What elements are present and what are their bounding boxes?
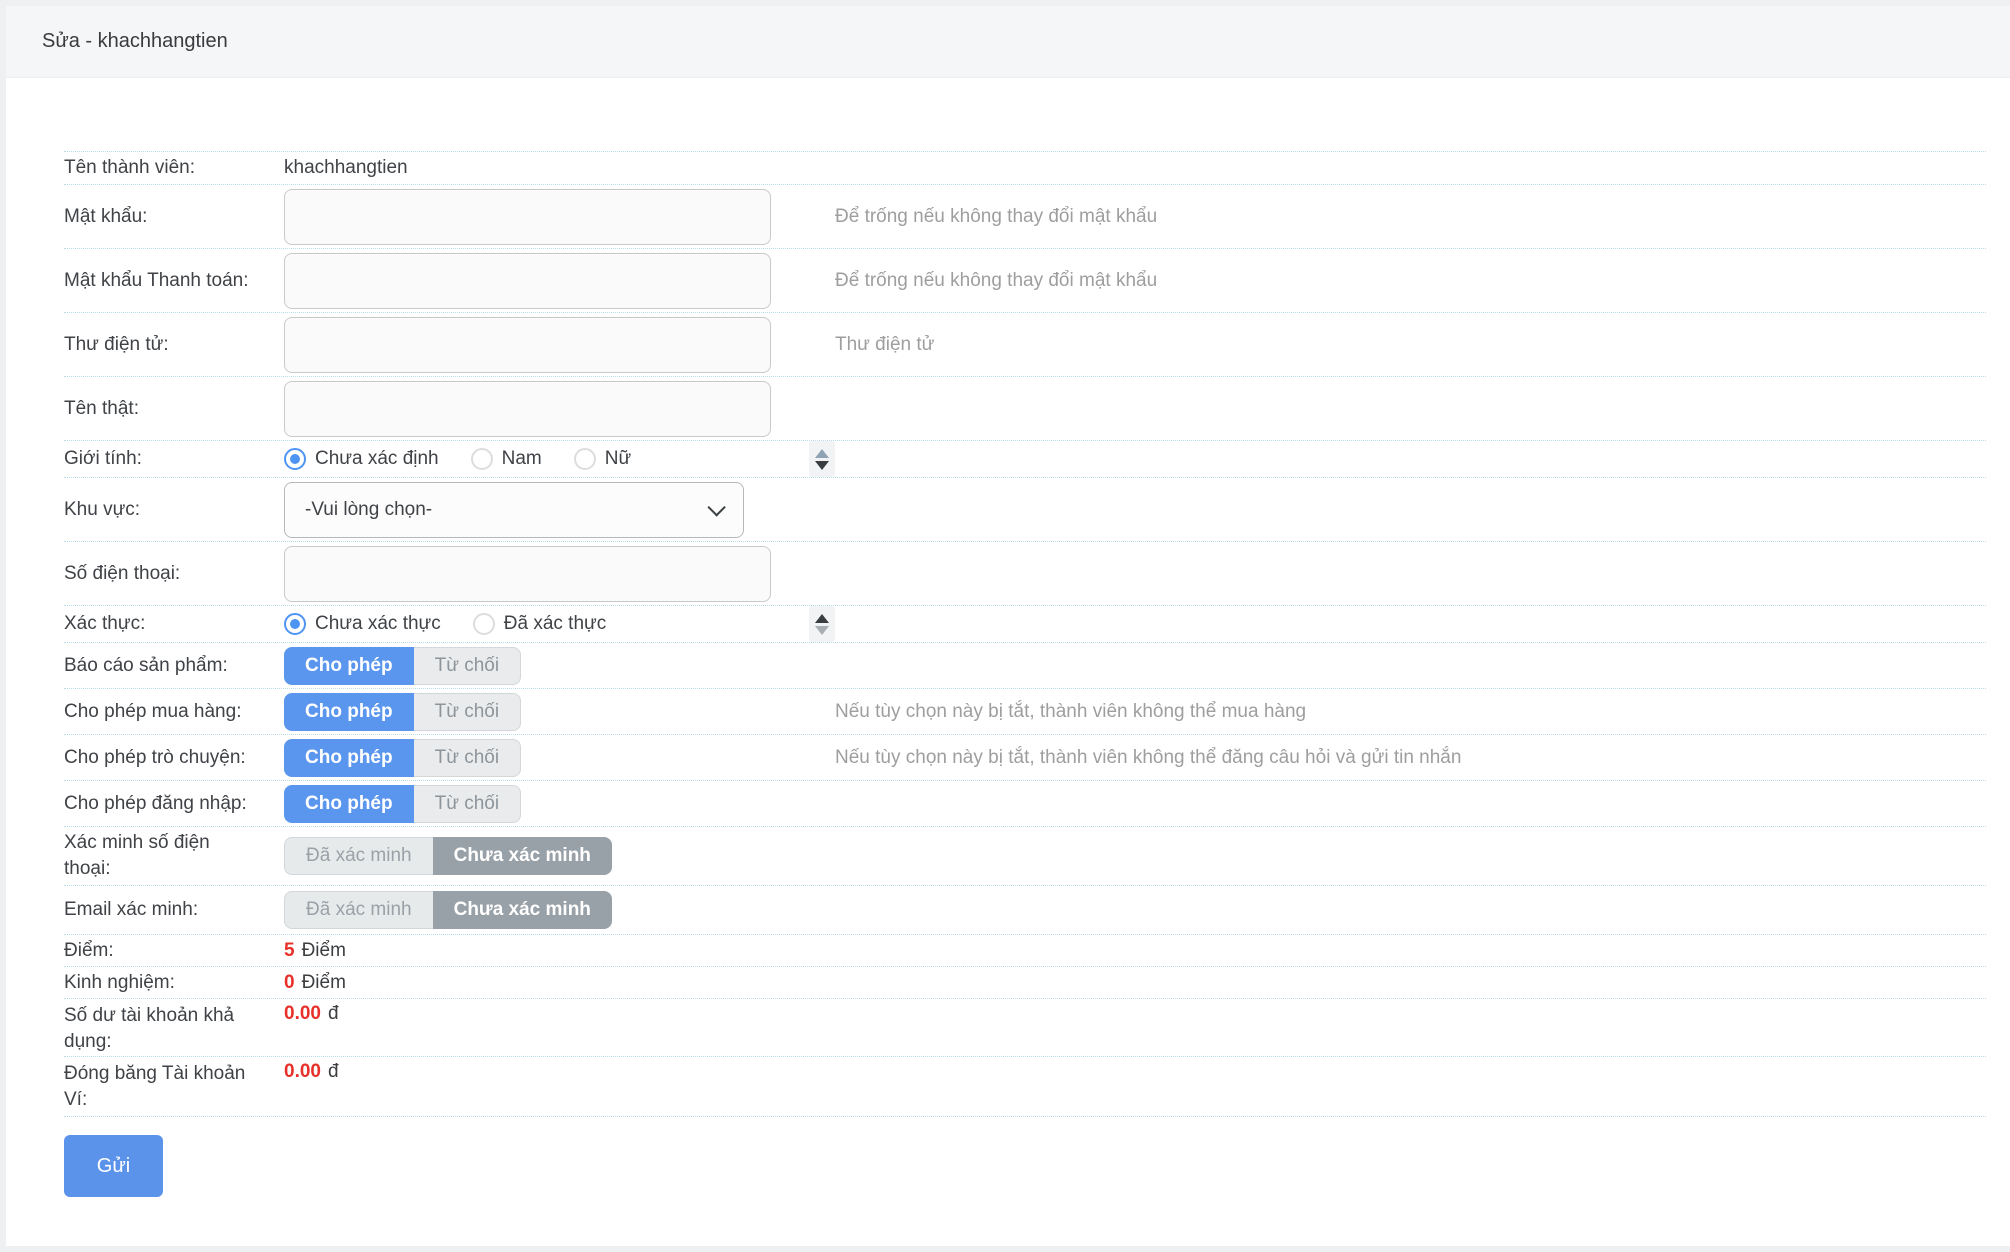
deny-button[interactable]: Từ chối — [414, 739, 521, 777]
email-hint: Thư điện tử — [835, 334, 1986, 356]
spin-down-icon[interactable] — [815, 461, 829, 470]
experience-label: Kinh nghiệm: — [64, 970, 259, 996]
allow-chat-label: Cho phép trò chuyện: — [64, 745, 259, 771]
phone-verify-toggle: Đã xác minh Chưa xác minh — [284, 837, 612, 875]
phone-verify-label: Xác minh số điện thoại: — [64, 830, 259, 882]
available-balance-unit: đ — [328, 1003, 339, 1025]
edit-member-form: Tên thành viên: khachhangtien Mật khẩu: … — [6, 78, 2010, 1117]
spin-up-icon[interactable] — [815, 449, 829, 458]
verified-button[interactable]: Đã xác minh — [284, 891, 433, 929]
gender-spinner[interactable] — [809, 441, 835, 477]
page-header: Sửa - khachhangtien — [6, 6, 2010, 78]
frozen-wallet-label: Đóng băng Tài khoản Ví: — [64, 1061, 259, 1113]
spin-down-icon[interactable] — [815, 626, 829, 635]
region-label: Khu vực: — [64, 497, 259, 523]
form-row-authenticated: Xác thực: Chưa xác thực Đã xác thực — [64, 606, 1986, 643]
password-input[interactable] — [284, 189, 771, 245]
payment-password-input[interactable] — [284, 253, 771, 309]
deny-button[interactable]: Từ chối — [414, 785, 521, 823]
form-row-allow-chat: Cho phép trò chuyện: Cho phép Từ chối Nế… — [64, 735, 1986, 781]
authenticated-option-yes[interactable]: Đã xác thực — [473, 613, 606, 635]
email-verify-label: Email xác minh: — [64, 897, 259, 923]
deny-button[interactable]: Từ chối — [414, 693, 521, 731]
form-row-gender: Giới tính: Chưa xác định Nam Nữ — [64, 441, 1986, 478]
form-row-payment-password: Mật khẩu Thanh toán: Để trống nếu không … — [64, 249, 1986, 313]
username-label: Tên thành viên: — [64, 155, 259, 181]
spin-up-icon[interactable] — [815, 614, 829, 623]
form-row-frozen-wallet: Đóng băng Tài khoản Ví: 0.00 đ — [64, 1057, 1986, 1117]
frozen-wallet-unit: đ — [328, 1061, 339, 1083]
password-label: Mật khẩu: — [64, 204, 259, 230]
allow-button[interactable]: Cho phép — [284, 647, 414, 685]
allow-login-toggle: Cho phép Từ chối — [284, 785, 521, 823]
available-balance-label: Số dư tài khoản khả dụng: — [64, 1003, 259, 1055]
available-balance-value: 0.00 — [284, 1003, 321, 1025]
phone-input[interactable] — [284, 546, 771, 602]
points-value: 5 — [284, 940, 295, 962]
allow-purchase-toggle: Cho phép Từ chối — [284, 693, 521, 731]
allow-purchase-hint: Nếu tùy chọn này bị tắt, thành viên khôn… — [835, 701, 1986, 723]
allow-chat-toggle: Cho phép Từ chối — [284, 739, 521, 777]
password-hint: Để trống nếu không thay đổi mật khẩu — [835, 206, 1986, 228]
points-label: Điểm: — [64, 938, 259, 964]
payment-password-label: Mật khẩu Thanh toán: — [64, 268, 259, 294]
form-row-experience: Kinh nghiệm: 0 Điểm — [64, 967, 1986, 999]
form-row-allow-purchase: Cho phép mua hàng: Cho phép Từ chối Nếu … — [64, 689, 1986, 735]
deny-button[interactable]: Từ chối — [414, 647, 521, 685]
allow-button[interactable]: Cho phép — [284, 785, 414, 823]
gender-option-unknown[interactable]: Chưa xác định — [284, 448, 439, 470]
page-title: Sửa - khachhangtien — [42, 30, 228, 53]
form-row-allow-login: Cho phép đăng nhập: Cho phép Từ chối — [64, 781, 1986, 827]
region-select-value: -Vui lòng chọn- — [305, 499, 432, 521]
email-verify-toggle: Đã xác minh Chưa xác minh — [284, 891, 612, 929]
radio-selected-icon — [284, 613, 306, 635]
phone-label: Số điện thoại: — [64, 561, 259, 587]
form-row-phone: Số điện thoại: — [64, 542, 1986, 606]
chevron-down-icon — [707, 498, 725, 516]
form-row-phone-verify: Xác minh số điện thoại: Đã xác minh Chưa… — [64, 827, 1986, 886]
region-select[interactable]: -Vui lòng chọn- — [284, 482, 744, 538]
radio-selected-icon — [284, 448, 306, 470]
allow-chat-hint: Nếu tùy chọn này bị tắt, thành viên khôn… — [835, 747, 1986, 769]
form-row-region: Khu vực: -Vui lòng chọn- — [64, 478, 1986, 542]
authenticated-option-no[interactable]: Chưa xác thực — [284, 613, 441, 635]
form-row-username: Tên thành viên: khachhangtien — [64, 151, 1986, 185]
experience-unit: Điểm — [302, 972, 346, 994]
frozen-wallet-value: 0.00 — [284, 1061, 321, 1083]
gender-option-male[interactable]: Nam — [471, 448, 542, 470]
form-row-password: Mật khẩu: Để trống nếu không thay đổi mậ… — [64, 185, 1986, 249]
payment-password-hint: Để trống nếu không thay đổi mật khẩu — [835, 270, 1986, 292]
report-product-label: Báo cáo sản phẩm: — [64, 653, 259, 679]
verified-button[interactable]: Đã xác minh — [284, 837, 433, 875]
real-name-label: Tên thật: — [64, 396, 259, 422]
radio-icon — [574, 448, 596, 470]
email-label: Thư điện tử: — [64, 332, 259, 358]
form-row-report-product: Báo cáo sản phẩm: Cho phép Từ chối — [64, 643, 1986, 689]
authenticated-spinner[interactable] — [809, 606, 835, 642]
form-row-points: Điểm: 5 Điểm — [64, 935, 1986, 967]
experience-value: 0 — [284, 972, 295, 994]
points-unit: Điểm — [302, 940, 346, 962]
email-input[interactable] — [284, 317, 771, 373]
report-product-toggle: Cho phép Từ chối — [284, 647, 521, 685]
allow-button[interactable]: Cho phép — [284, 739, 414, 777]
form-row-real-name: Tên thật: — [64, 377, 1986, 441]
allow-button[interactable]: Cho phép — [284, 693, 414, 731]
gender-label: Giới tính: — [64, 446, 259, 472]
real-name-input[interactable] — [284, 381, 771, 437]
submit-button[interactable]: Gửi — [64, 1135, 163, 1197]
allow-login-label: Cho phép đăng nhập: — [64, 791, 259, 817]
unverified-button[interactable]: Chưa xác minh — [433, 891, 612, 929]
radio-icon — [471, 448, 493, 470]
form-row-email: Thư điện tử: Thư điện tử — [64, 313, 1986, 377]
form-row-available-balance: Số dư tài khoản khả dụng: 0.00 đ — [64, 999, 1986, 1057]
radio-icon — [473, 613, 495, 635]
unverified-button[interactable]: Chưa xác minh — [433, 837, 612, 875]
username-value: khachhangtien — [284, 157, 408, 179]
edit-member-panel: Sửa - khachhangtien Tên thành viên: khac… — [6, 6, 2010, 1246]
gender-option-female[interactable]: Nữ — [574, 448, 631, 470]
form-row-email-verify: Email xác minh: Đã xác minh Chưa xác min… — [64, 886, 1986, 935]
authenticated-label: Xác thực: — [64, 611, 259, 637]
allow-purchase-label: Cho phép mua hàng: — [64, 699, 259, 725]
